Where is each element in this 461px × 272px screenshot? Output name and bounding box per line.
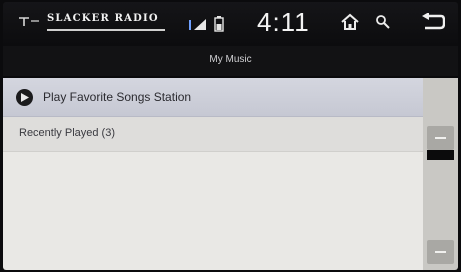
title-bar: My Music — [3, 46, 458, 76]
app-brand: SLACKER RADIO — [47, 13, 159, 24]
search-icon[interactable] — [375, 14, 391, 35]
status-bar: SLACKER RADIO 4:11 — [3, 2, 458, 46]
list-item-recently-played[interactable]: Recently Played (3) — [3, 117, 423, 152]
list-item-favorite-station[interactable]: Play Favorite Songs Station — [3, 78, 423, 117]
home-icon[interactable] — [340, 13, 360, 36]
music-list: Play Favorite Songs Station Recently Pla… — [3, 78, 423, 270]
scroll-up-button[interactable] — [427, 126, 454, 150]
battery-icon — [214, 16, 224, 37]
scrollbar[interactable] — [423, 78, 458, 270]
list-item-label: Play Favorite Songs Station — [43, 90, 192, 104]
scroll-thumb[interactable] — [427, 150, 454, 160]
head-unit-screen: SLACKER RADIO 4:11 My Music Play Favorit… — [3, 2, 458, 270]
clock: 4:11 — [257, 7, 310, 37]
antenna-icon — [18, 15, 40, 34]
page-title: My Music — [209, 54, 252, 65]
signal-strength-icon — [189, 18, 211, 37]
list-item-label: Recently Played (3) — [19, 127, 115, 139]
scroll-down-button[interactable] — [427, 240, 454, 264]
minus-icon — [435, 251, 446, 253]
play-icon — [16, 89, 33, 106]
brand-underline — [47, 29, 165, 31]
back-icon[interactable] — [421, 12, 446, 36]
minus-icon — [435, 137, 446, 139]
